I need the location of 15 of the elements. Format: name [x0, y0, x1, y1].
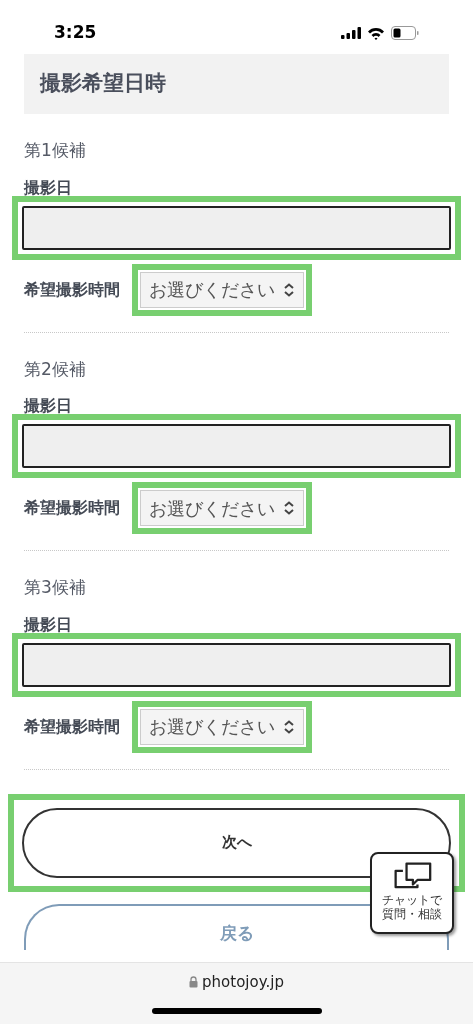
date-label: 撮影日: [24, 613, 73, 636]
select-value: お選びください: [149, 715, 275, 739]
candidate-label: 第3候補: [24, 576, 87, 599]
candidate-label: 第2候補: [24, 357, 87, 381]
date-label: 撮影日: [24, 176, 73, 199]
date-label: 撮影日: [24, 395, 73, 417]
candidate-label: 第1候補: [24, 139, 87, 162]
section-title: 撮影希望日時: [40, 70, 166, 98]
select-value: お選びください: [149, 496, 275, 521]
status-time: 3:25: [54, 21, 97, 45]
select-value: お選びください: [149, 278, 275, 302]
time-label: 希望撮影時間: [24, 497, 120, 519]
time-label: 希望撮影時間: [24, 278, 120, 301]
time-label: 希望撮影時間: [24, 715, 120, 738]
chat-label: 質問・相談: [382, 907, 442, 921]
